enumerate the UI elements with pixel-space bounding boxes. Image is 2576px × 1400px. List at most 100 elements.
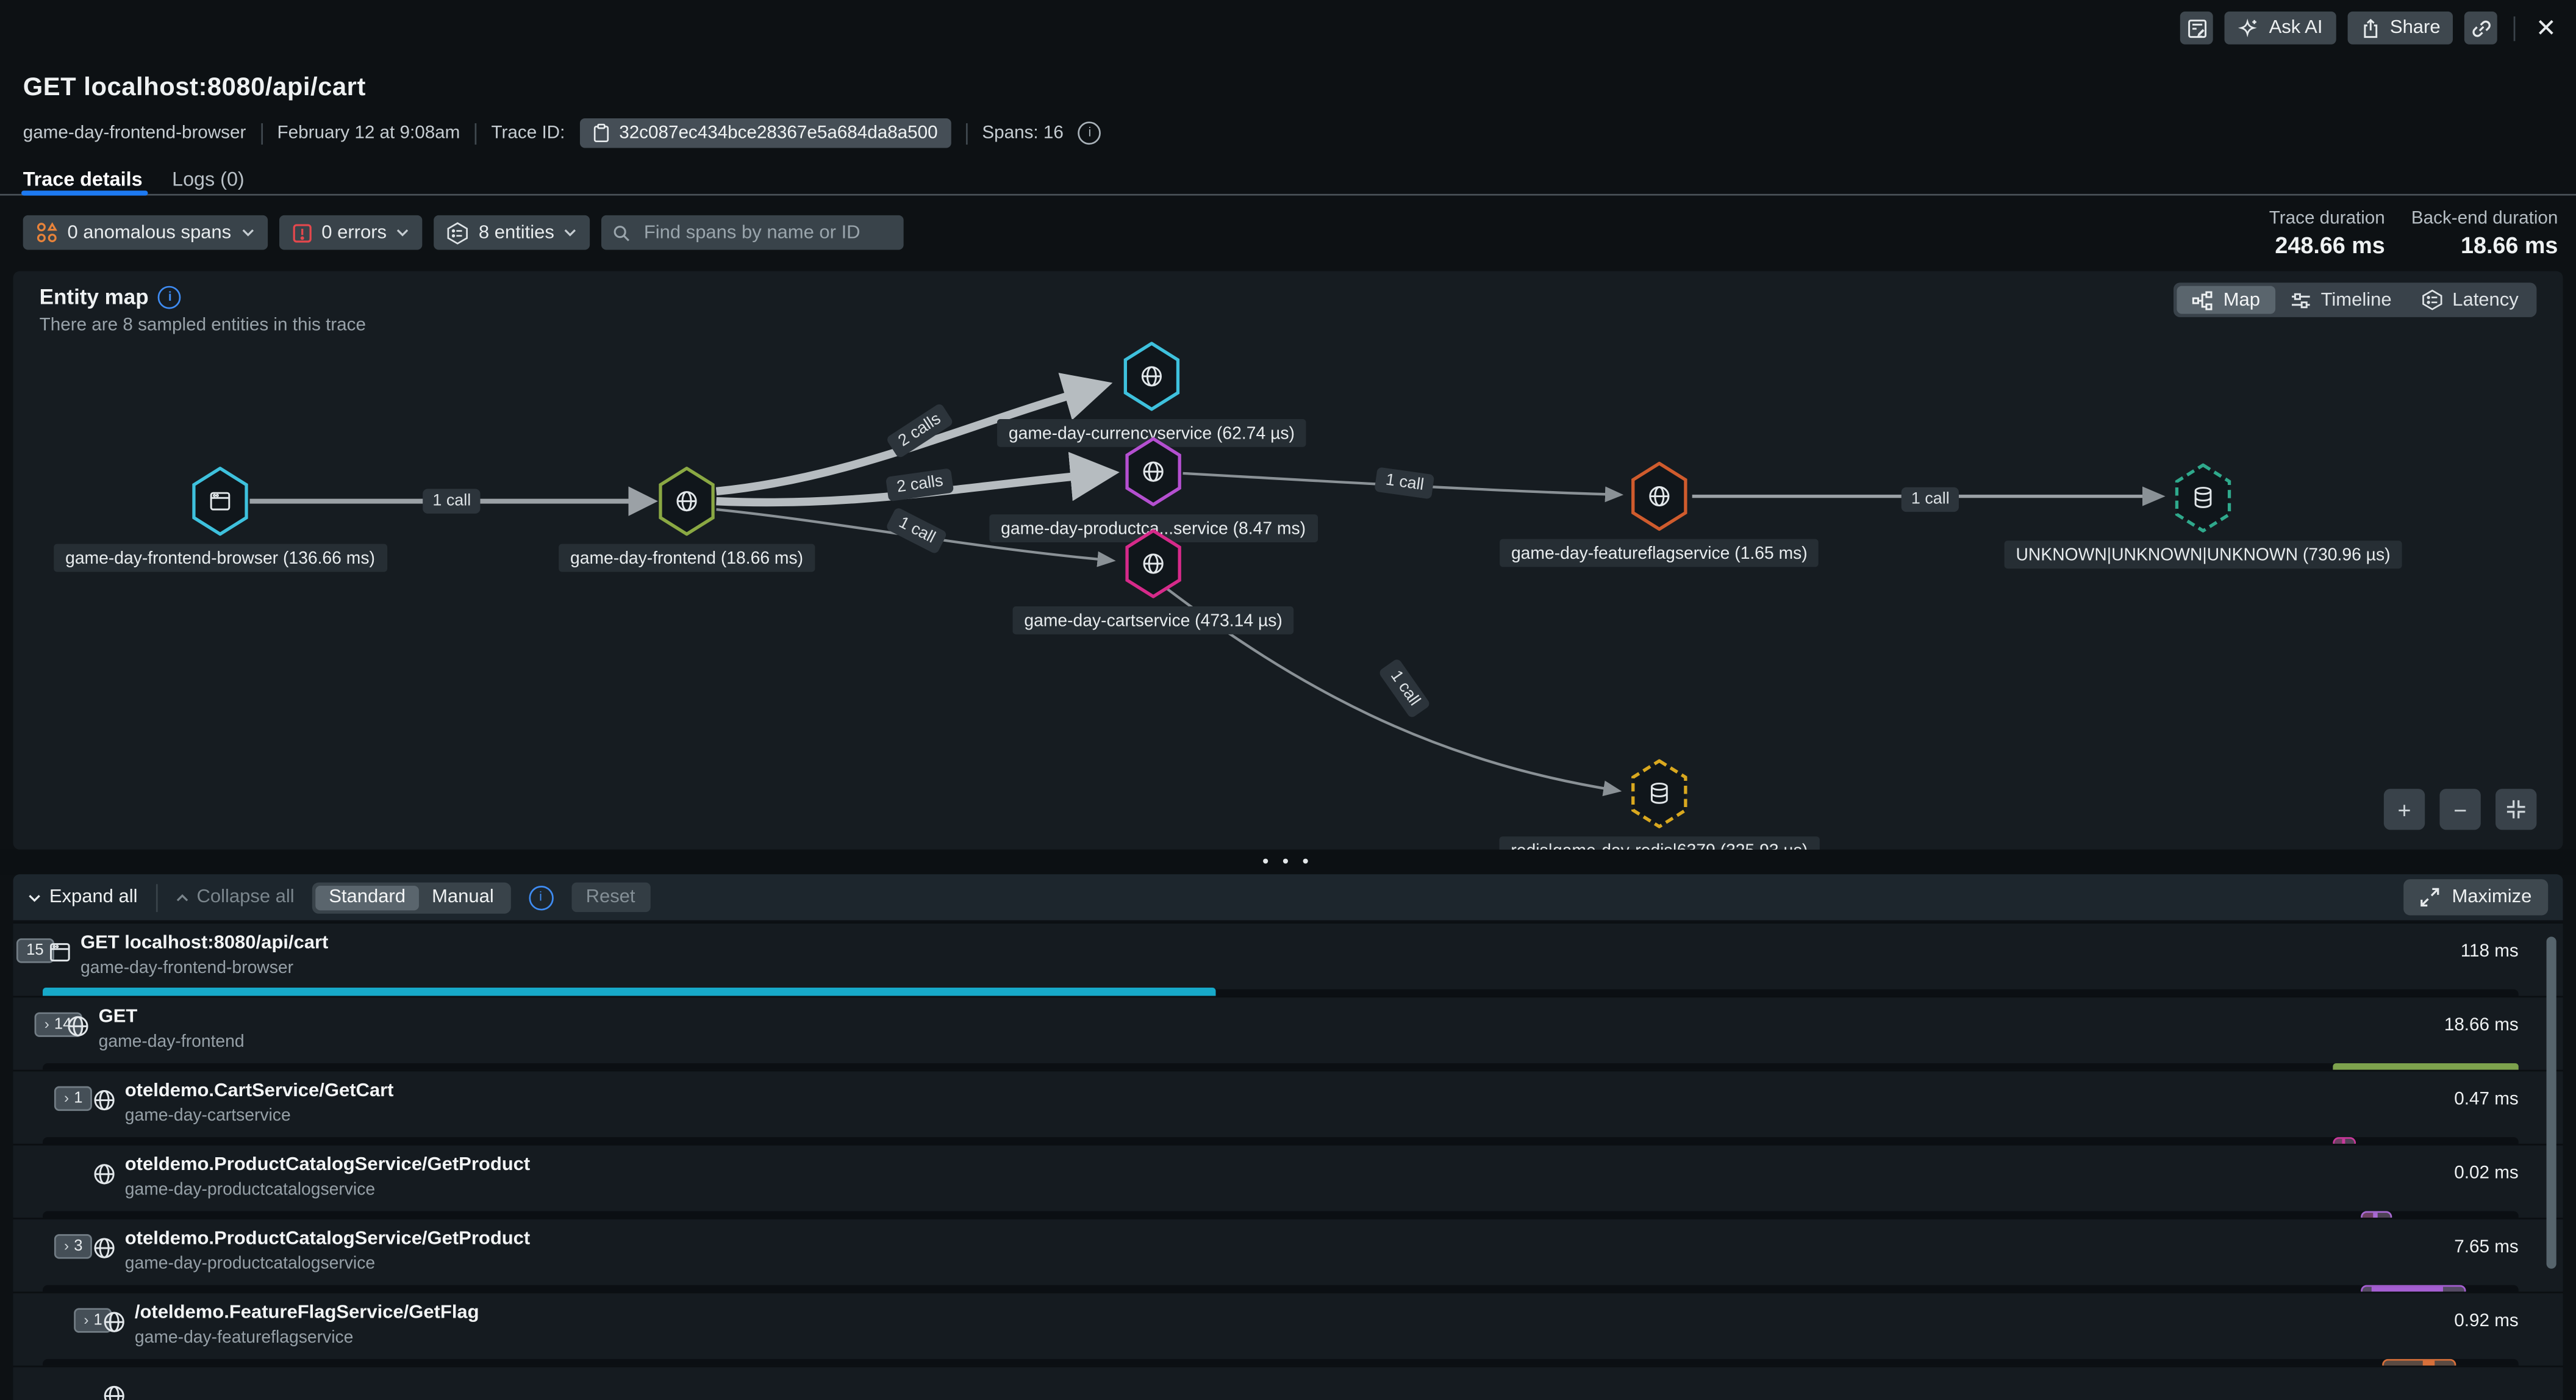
expand-arrows-icon	[2420, 888, 2440, 907]
waterfall-toolbar: Expand all Collapse all Standard Manual …	[13, 874, 2563, 922]
ask-ai-button[interactable]: Ask AI	[2225, 12, 2336, 45]
anomalous-spans-label: 0 anomalous spans	[67, 223, 231, 242]
span-duration: 18.66 ms	[2444, 1016, 2519, 1035]
chevron-down-icon	[396, 228, 410, 236]
span-row[interactable]: oteldemo.ProductCatalogService/GetProduc…	[13, 1144, 2563, 1218]
span-duration: 7.65 ms	[2454, 1238, 2518, 1257]
topbar-divider	[2514, 16, 2516, 40]
trace-duration-block: Trace duration 248.66 ms	[2269, 209, 2385, 258]
mode-standard-button[interactable]: Standard	[316, 885, 419, 910]
span-service: game-day-frontend	[99, 1031, 245, 1050]
tab-bar: Trace details Logs (0)	[23, 168, 245, 191]
tab-logs[interactable]: Logs (0)	[172, 168, 245, 191]
span-search-input[interactable]	[640, 221, 892, 244]
expand-all-label: Expand all	[49, 888, 138, 907]
entity-map-panel: Entity map i There are 8 sampled entitie…	[13, 271, 2563, 849]
chevron-right-icon: ›	[64, 1091, 69, 1106]
globe-icon	[92, 1236, 116, 1260]
span-row[interactable]: ›1 oteldemo.CartService/GetCart game-day-c…	[13, 1070, 2563, 1144]
mode-info-icon[interactable]: i	[528, 885, 553, 910]
mode-manual-button[interactable]: Manual	[419, 885, 507, 910]
span-name: oteldemo.CartService/GetCart	[125, 1082, 394, 1101]
span-service: game-day-productcatalogservice	[125, 1253, 531, 1273]
span-row[interactable]: ›14GETgame-day-frontend18.66 ms	[13, 996, 2563, 1070]
span-row[interactable]: ›3 oteldemo.ProductCatalogService/GetProd…	[13, 1218, 2563, 1291]
close-icon[interactable]: ✕	[2536, 16, 2556, 40]
copy-link-button[interactable]	[2465, 12, 2498, 45]
globe-icon	[92, 1162, 116, 1186]
entity-node-unknown[interactable]	[2175, 464, 2231, 533]
trace-duration-label: Trace duration	[2269, 209, 2385, 228]
span-row[interactable]	[13, 1366, 2563, 1400]
chevron-right-icon: ›	[64, 1239, 69, 1254]
span-name: /oteldemo.FeatureFlagService/GetFlag	[135, 1303, 479, 1323]
hexagon-icon	[448, 221, 469, 244]
entity-node-currency[interactable]	[1124, 342, 1180, 411]
trace-id-label: Trace ID:	[492, 123, 565, 143]
filter-bar: 0 anomalous spans 0 errors 8 entities	[23, 215, 904, 250]
share-button[interactable]: Share	[2347, 12, 2453, 45]
trace-id-chip[interactable]: 32c087ec434bce28367e5a684da8a500	[580, 118, 951, 148]
entities-label: 8 entities	[479, 223, 554, 242]
span-service: game-day-productcatalogservice	[125, 1179, 531, 1199]
waterfall-panel: Expand all Collapse all Standard Manual …	[13, 874, 2563, 1400]
meta-divider	[965, 123, 967, 144]
panel-resize-handle[interactable]: ● ● ●	[0, 850, 2576, 874]
span-service: game-day-frontend-browser	[80, 957, 328, 977]
globe-icon	[102, 1384, 126, 1400]
span-service: game-day-cartservice	[125, 1105, 394, 1125]
browser-window-icon	[48, 940, 72, 964]
trace-timestamp: February 12 at 9:08am	[277, 123, 460, 143]
toolbar-divider	[156, 883, 157, 911]
entity-node-frontend[interactable]	[659, 467, 715, 536]
entity-node-product[interactable]	[1125, 437, 1181, 506]
errors-dropdown[interactable]: 0 errors	[279, 215, 423, 250]
entity-node-label: game-day-frontend (18.66 ms)	[559, 544, 815, 572]
waterfall-scrollbar[interactable]	[2547, 937, 2556, 1269]
entity-node-label: game-day-frontend-browser (136.66 ms)	[54, 544, 387, 572]
entity-node-redis[interactable]	[1631, 759, 1687, 828]
span-count-badge[interactable]: ›3	[54, 1234, 93, 1258]
entity-node-browser[interactable]	[192, 467, 248, 536]
notes-button[interactable]	[2180, 12, 2213, 45]
span-row[interactable]: 15GET localhost:8080/api/cartgame-day-fr…	[13, 922, 2563, 996]
span-text: oteldemo.CartService/GetCart game-day-car…	[125, 1082, 394, 1125]
errors-label: 0 errors	[321, 223, 387, 242]
reset-button[interactable]: Reset	[571, 883, 649, 912]
backend-duration-value: 18.66 ms	[2411, 232, 2558, 258]
span-name: GET	[99, 1007, 245, 1027]
trace-duration-value: 248.66 ms	[2269, 232, 2385, 258]
tab-trace-details[interactable]: Trace details	[23, 168, 143, 191]
span-text: GET localhost:8080/api/cartgame-day-fron…	[80, 933, 328, 977]
edge-call-count-label: 1 call	[1374, 467, 1435, 499]
entity-node-featureflag[interactable]	[1631, 462, 1687, 531]
span-text: oteldemo.ProductCatalogService/GetProduc…	[125, 1229, 531, 1273]
clipboard-icon	[593, 123, 609, 143]
entity-node-cart[interactable]	[1125, 529, 1181, 598]
meta-divider	[475, 123, 477, 144]
globe-icon	[1139, 364, 1164, 389]
anomaly-shapes-icon	[36, 222, 57, 243]
entities-dropdown[interactable]: 8 entities	[434, 215, 590, 250]
fit-to-view-icon	[2505, 799, 2527, 820]
fit-to-view-button[interactable]	[2496, 789, 2536, 830]
maximize-button[interactable]: Maximize	[2404, 879, 2548, 915]
chevron-down-icon	[28, 893, 41, 901]
backend-duration-label: Back-end duration	[2411, 209, 2558, 228]
span-duration: 0.02 ms	[2454, 1163, 2518, 1183]
globe-icon	[66, 1014, 90, 1038]
collapse-all-button[interactable]: Collapse all	[175, 888, 294, 907]
spans-info-icon[interactable]: i	[1078, 121, 1101, 145]
zoom-out-button[interactable]: −	[2439, 789, 2480, 830]
span-row[interactable]: ›1/oteldemo.FeatureFlagService/GetFlagga…	[13, 1291, 2563, 1365]
span-name: oteldemo.ProductCatalogService/GetProduc…	[125, 1155, 531, 1175]
span-count-badge[interactable]: ›1	[54, 1086, 93, 1111]
expand-all-button[interactable]: Expand all	[28, 888, 138, 907]
entity-node-label: game-day-featureflagservice (1.65 ms)	[1500, 539, 1819, 567]
anomalous-spans-dropdown[interactable]: 0 anomalous spans	[23, 215, 268, 250]
zoom-in-button[interactable]: +	[2384, 789, 2425, 830]
edge-call-count-label: 2 calls	[886, 402, 954, 459]
chevron-down-icon	[564, 228, 578, 236]
share-arrow-icon	[2360, 17, 2380, 38]
globe-icon	[1141, 551, 1165, 576]
